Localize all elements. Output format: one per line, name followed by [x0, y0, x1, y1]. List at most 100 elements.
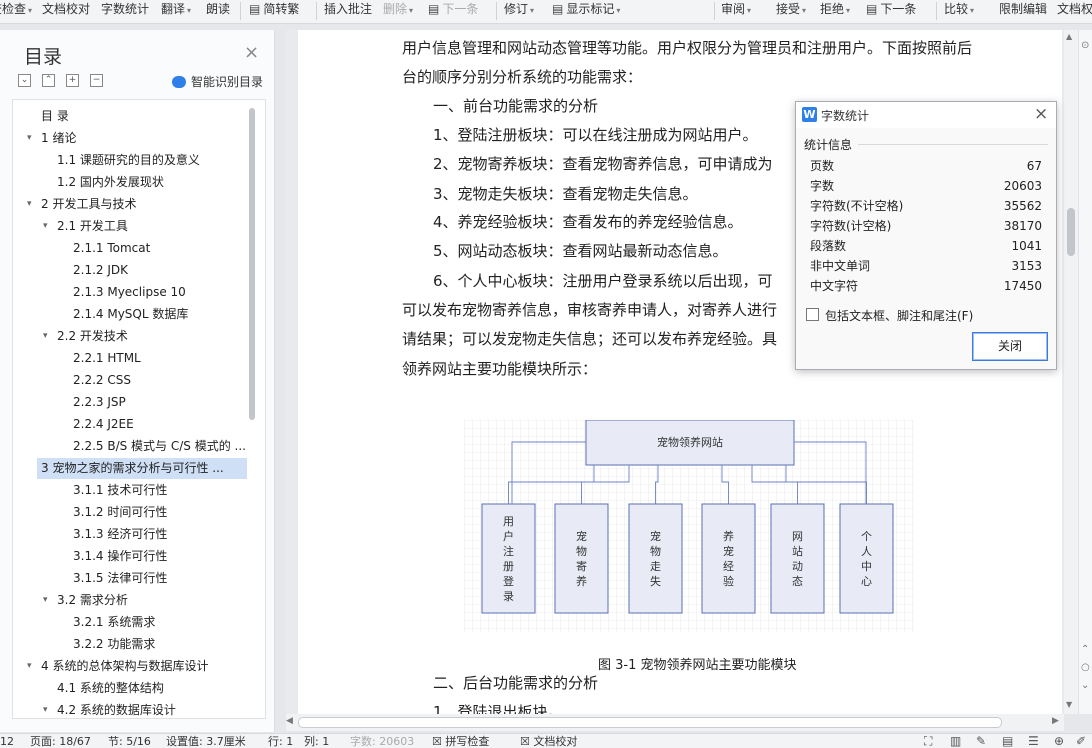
horizontal-scroll-thumb[interactable]	[298, 717, 1002, 728]
status-item[interactable]: ☒ 文档校对	[520, 735, 577, 748]
status-item[interactable]: 页面: 18/67	[30, 735, 91, 748]
toc-item[interactable]: 3.2.2 功能需求	[13, 634, 245, 655]
toc-item[interactable]: ▾ 1 绪论	[13, 128, 245, 149]
toolbar-item[interactable]: 翻译 ▾	[161, 0, 191, 22]
horizontal-scrollbar[interactable]: ◀ ▶	[286, 714, 1064, 731]
toc-item-label: 4 系统的总体架构与数据库设计	[41, 659, 209, 673]
status-item[interactable]: 12	[0, 735, 14, 748]
chevron-down-icon[interactable]: ▾	[43, 700, 48, 718]
chevron-down-icon[interactable]: ▾	[43, 590, 48, 611]
toc-item[interactable]: ▾ 2.1 开发工具	[13, 216, 245, 237]
select-browse-icon[interactable]: ○	[1081, 662, 1090, 673]
add-heading-icon[interactable]: +	[66, 74, 79, 87]
collapse-all-icon[interactable]: ⌄	[18, 74, 31, 87]
toc-item-label: 3 宠物之家的需求分析与可行性 ...	[41, 461, 224, 475]
close-icon[interactable]: ×	[1034, 104, 1048, 124]
toc-item[interactable]: 3.1.3 经济可行性	[13, 524, 245, 545]
scroll-down-icon[interactable]: ▼	[1066, 700, 1072, 709]
fullscreen-icon[interactable]: ⛶	[924, 735, 932, 748]
remove-heading-icon[interactable]: −	[90, 74, 103, 87]
status-item[interactable]: ☒ 拼写检查	[432, 735, 489, 748]
toolbar-item[interactable]: 朗读	[206, 0, 230, 22]
chevron-down-icon[interactable]: ▾	[27, 656, 32, 677]
toolbar-item[interactable]: ▤ 下一条	[428, 0, 478, 22]
toc-item[interactable]: ▾3 宠物之家的需求分析与可行性 ...	[37, 458, 247, 479]
toc-item[interactable]: ▾ 3.2 需求分析	[13, 590, 245, 611]
side-tool-icon[interactable]: ⊙	[1081, 40, 1089, 51]
stat-row: 非中文单词 3153	[810, 256, 1042, 276]
toolbar-item[interactable]: 插入批注	[324, 0, 372, 22]
toc-item[interactable]: ▾ 4 系统的总体架构与数据库设计	[13, 656, 245, 677]
toc-item[interactable]: 1.2 国内外发展现状	[13, 172, 245, 193]
toolbar-item[interactable]: 审阅 ▾	[721, 0, 751, 22]
toolbar-item[interactable]: 接受 ▾	[776, 0, 806, 22]
nav-title: 目录	[24, 46, 63, 68]
prev-page-icon[interactable]: ⌃	[1081, 644, 1089, 655]
toc-item[interactable]: 3.1.5 法律可行性	[13, 568, 245, 589]
vertical-scrollbar[interactable]: ▲ ▼	[1064, 30, 1078, 714]
toolbar-item[interactable]: 文档权	[1057, 0, 1092, 22]
toc-item[interactable]: 2.2.4 J2EE	[13, 414, 245, 435]
toc-item[interactable]: 4.1 系统的整体结构	[13, 678, 245, 699]
status-item[interactable]: 设置值: 3.7厘米	[166, 735, 246, 748]
toolbar-item[interactable]: 字数统计	[101, 0, 149, 22]
write-mode-icon[interactable]: ✐	[1076, 735, 1086, 748]
toc-item[interactable]: 3.1.4 操作可行性	[13, 546, 245, 567]
pen-icon[interactable]: ✎	[976, 735, 986, 748]
toolbar-item[interactable]: 比较 ▾	[944, 0, 974, 22]
ai-toc-button[interactable]: 智能识别目录	[172, 73, 263, 90]
toolbar-item[interactable]: ▤ 简转繁	[249, 0, 299, 22]
toc-scrollbar[interactable]	[249, 108, 255, 420]
toolbar-item[interactable]: 限制编辑	[999, 0, 1047, 22]
chevron-down-icon[interactable]: ▾	[43, 216, 48, 237]
chevron-down-icon: ▾	[802, 6, 807, 15]
toolbar-item[interactable]: 删除 ▾	[383, 0, 413, 22]
toolbar-item[interactable]: ▤ 下一条	[866, 0, 916, 22]
toc-item[interactable]: ▾ 2.2 开发技术	[13, 326, 245, 347]
toc-item[interactable]: 2.1.2 JDK	[13, 260, 245, 281]
toc-list: 目 录 ▾ 1 绪论 1.1 课题研究的目的及意义 1.2 国内外发展现状 ▾ 2 开发工具…	[12, 99, 266, 719]
status-item[interactable]: 列: 1	[304, 735, 329, 748]
toolbar-item[interactable]: 查检查▾	[0, 0, 32, 22]
reading-mode-icon[interactable]: ▥	[950, 735, 961, 748]
close-icon[interactable]: ×	[244, 42, 259, 63]
toc-item[interactable]: 2.1.4 MySQL 数据库	[13, 304, 245, 325]
status-item[interactable]: 行: 1	[268, 735, 293, 748]
checkbox-label[interactable]: 包括文本框、脚注和尾注(F)	[825, 307, 973, 324]
include-textbox-footnote-checkbox[interactable]	[806, 308, 819, 321]
toolbar-item[interactable]: 拒绝 ▾	[820, 0, 850, 22]
toc-item[interactable]: 3.1.1 技术可行性	[13, 480, 245, 501]
toolbar-item[interactable]: 文档校对	[42, 0, 90, 22]
toc-item[interactable]: 2.2.3 JSP	[13, 392, 245, 413]
next-page-icon[interactable]: ⌄	[1081, 680, 1089, 691]
page-view-icon[interactable]: ▤	[1002, 735, 1013, 748]
toc-item[interactable]: ▾ 4.2 系统的数据库设计	[13, 700, 245, 718]
status-item[interactable]: 字数: 20603	[350, 735, 414, 748]
chevron-down-icon[interactable]: ▾	[27, 128, 32, 149]
toolbar-item[interactable]: ▤ 显示标记 ▾	[552, 0, 620, 22]
web-view-icon[interactable]: ⊕	[1054, 735, 1064, 748]
toolbar-item[interactable]: 修订 ▾	[504, 0, 534, 22]
toc-item[interactable]: 2.2.2 CSS	[13, 370, 245, 391]
chevron-down-icon: ▾	[846, 6, 851, 15]
toc-item[interactable]: 2.1.3 Myeclipse 10	[13, 282, 245, 303]
chevron-down-icon[interactable]: ▾	[27, 194, 32, 215]
expand-all-icon[interactable]: ⌃	[42, 74, 55, 87]
outline-view-icon[interactable]: ☰	[1028, 735, 1039, 748]
toc-item[interactable]: 3.1.2 时间可行性	[13, 502, 245, 523]
dialog-titlebar[interactable]: W 字数统计 ×	[796, 102, 1056, 128]
scroll-up-icon[interactable]: ▲	[1066, 32, 1072, 41]
scroll-right-icon[interactable]: ▶	[1052, 716, 1059, 726]
scroll-left-icon[interactable]: ◀	[286, 716, 293, 726]
chevron-down-icon[interactable]: ▾	[43, 326, 48, 347]
toc-item[interactable]: 1.1 课题研究的目的及意义	[13, 150, 245, 171]
vertical-scroll-thumb[interactable]	[1067, 208, 1075, 256]
toc-item[interactable]: 目 录	[13, 106, 245, 127]
toc-item[interactable]: 2.1.1 Tomcat	[13, 238, 245, 259]
toc-item[interactable]: 2.2.5 B/S 模式与 C/S 模式的 ...	[13, 436, 245, 457]
toc-item[interactable]: ▾ 2 开发工具与技术	[13, 194, 245, 215]
close-button[interactable]: 关闭	[972, 332, 1048, 361]
toc-item[interactable]: 2.2.1 HTML	[13, 348, 245, 369]
toc-item[interactable]: 3.2.1 系统需求	[13, 612, 245, 633]
status-item[interactable]: 节: 5/16	[108, 735, 151, 748]
